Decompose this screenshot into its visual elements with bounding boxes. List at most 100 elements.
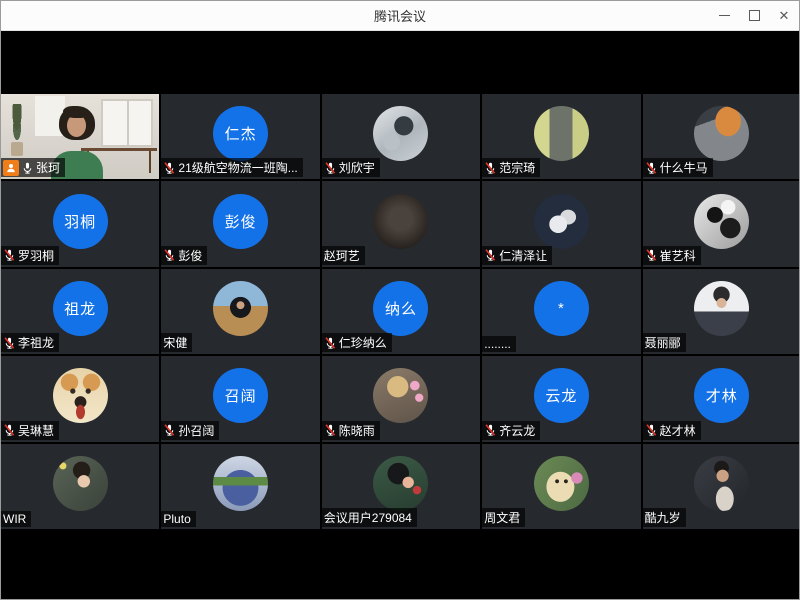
mic-muted-icon <box>324 336 337 350</box>
participant-label: WIR <box>1 511 32 527</box>
participant-name: 彭俊 <box>178 248 203 263</box>
avatar-photo <box>533 455 589 511</box>
participant-tile[interactable]: 吴琳慧 <box>1 356 160 442</box>
avatar-initials-text: * <box>557 299 565 317</box>
participant-tile[interactable]: 纳么 仁珍纳么 <box>321 268 481 355</box>
participant-label: 仁珍纳么 <box>321 333 392 353</box>
avatar-photo <box>694 280 750 336</box>
participant-tile[interactable]: 张珂 <box>1 94 160 180</box>
mic-muted-icon <box>163 161 176 175</box>
participant-name: 21级航空物流一班陶... <box>178 161 298 176</box>
participant-label: 仁清泽让 <box>482 245 553 265</box>
video-person-hair <box>63 106 85 118</box>
participant-tile[interactable]: 羽桐 罗羽桐 <box>1 181 160 267</box>
participant-tile[interactable]: 什么牛马 <box>642 94 799 180</box>
maximize-button[interactable] <box>739 1 769 30</box>
mic-muted-icon <box>3 423 16 437</box>
mic-on-icon <box>21 161 34 175</box>
avatar-photo <box>694 106 750 162</box>
participant-name: 齐云龙 <box>499 423 536 438</box>
participant-label: 酷九岁 <box>642 508 686 527</box>
avatar-initials-text: 云龙 <box>545 388 578 406</box>
participant-label: Pluto <box>161 511 196 527</box>
mic-muted-icon <box>324 161 337 175</box>
participant-tile[interactable]: 陈晓雨 <box>321 356 481 442</box>
participant-tile[interactable]: Pluto <box>161 443 320 529</box>
participant-name: 宋健 <box>163 336 188 351</box>
mic-muted-icon <box>324 423 337 437</box>
participant-name: ........ <box>484 337 511 352</box>
participant-label: 崔艺科 <box>642 245 701 265</box>
close-button[interactable]: ✕ <box>769 1 799 30</box>
mic-muted-icon <box>163 423 176 437</box>
mic-muted-icon <box>645 423 658 437</box>
participant-tile[interactable]: 崔艺科 <box>642 181 799 267</box>
participant-label: 齐云龙 <box>482 420 541 440</box>
participant-label: 21级航空物流一班陶... <box>161 158 303 178</box>
participant-tile[interactable]: 云龙 齐云龙 <box>482 356 641 442</box>
participant-tile[interactable]: 酷九岁 <box>642 443 799 529</box>
avatar-initials: * <box>533 280 589 336</box>
participant-tile[interactable]: 仁杰 21级航空物流一班陶... <box>161 94 320 180</box>
avatar-photo <box>373 193 429 249</box>
participant-label: 聂丽郦 <box>642 333 686 353</box>
participant-tile[interactable]: WIR <box>1 443 160 529</box>
avatar-photo <box>694 455 750 511</box>
participant-name: 赵才林 <box>659 423 696 438</box>
participant-name: 罗羽桐 <box>18 248 55 263</box>
avatar-photo <box>213 455 269 511</box>
participant-name: 陈晓雨 <box>338 423 375 438</box>
participant-tile[interactable]: 宋健 <box>161 268 320 355</box>
minimize-button[interactable] <box>709 1 739 30</box>
participant-label: 会议用户279084 <box>321 508 417 527</box>
video-bg-window <box>101 99 154 147</box>
participant-tile[interactable]: * ........ <box>482 268 641 355</box>
avatar-photo <box>52 368 108 424</box>
participant-tile[interactable]: 彭俊 彭俊 <box>161 181 320 267</box>
avatar-photo <box>52 455 108 511</box>
participant-label: 彭俊 <box>161 245 208 265</box>
participant-name: 孙召阔 <box>178 423 215 438</box>
avatar-initials-text: 才林 <box>705 388 738 406</box>
participant-label: 刘欣宇 <box>321 158 380 178</box>
participant-tile[interactable]: 才林 赵才林 <box>642 356 799 442</box>
participant-name: 张珂 <box>36 161 61 176</box>
participant-label: ........ <box>482 336 516 353</box>
participant-tile[interactable]: 祖龙 李祖龙 <box>1 268 160 355</box>
avatar-photo <box>373 106 429 162</box>
participant-label: 李祖龙 <box>1 333 60 353</box>
participant-tile[interactable]: 会议用户279084 <box>321 443 481 529</box>
participant-tile[interactable]: 仁清泽让 <box>482 181 641 267</box>
mic-muted-icon <box>163 248 176 262</box>
participant-label: 吴琳慧 <box>1 420 60 440</box>
avatar-initials-text: 彭俊 <box>224 213 257 231</box>
participant-tile[interactable]: 周文君 <box>482 443 641 529</box>
participant-tile[interactable]: 聂丽郦 <box>642 268 799 355</box>
participant-tile[interactable]: 赵珂艺 <box>321 181 481 267</box>
participant-label: 孙召阔 <box>161 420 220 440</box>
participant-name: 赵珂艺 <box>323 248 360 263</box>
participant-name: 会议用户279084 <box>323 511 412 525</box>
mic-muted-icon <box>484 423 497 437</box>
participant-name: Pluto <box>163 512 191 526</box>
participant-label: 赵珂艺 <box>321 245 365 265</box>
close-icon: ✕ <box>778 8 790 23</box>
avatar-photo <box>533 193 589 249</box>
participant-name: 仁珍纳么 <box>338 336 387 351</box>
avatar-initials: 彭俊 <box>213 193 269 249</box>
participant-tile[interactable]: 刘欣宇 <box>321 94 481 180</box>
participant-name: WIR <box>3 512 27 526</box>
participant-tile[interactable]: 召阔 孙召阔 <box>161 356 320 442</box>
participant-name: 聂丽郦 <box>644 336 681 351</box>
participant-label: 罗羽桐 <box>1 245 60 265</box>
participant-tile[interactable]: 范宗琦 <box>482 94 641 180</box>
meeting-stage: 张珂 仁杰 21级航空物流一班陶... 刘欣宇 范宗琦 什么牛马 羽桐 罗羽桐 … <box>1 31 799 599</box>
participant-label: 张珂 <box>1 158 66 178</box>
mic-muted-icon <box>3 248 16 262</box>
participant-name: 酷九岁 <box>644 511 681 525</box>
participant-name: 崔艺科 <box>659 248 696 263</box>
avatar-initials: 才林 <box>694 368 750 424</box>
meeting-window: 腾讯会议 ✕ 张珂 仁杰 21级航空物流一班陶... 刘欣宇 范宗琦 什么牛马 … <box>0 0 800 600</box>
minimize-icon <box>718 15 730 16</box>
participant-name: 刘欣宇 <box>338 161 375 176</box>
